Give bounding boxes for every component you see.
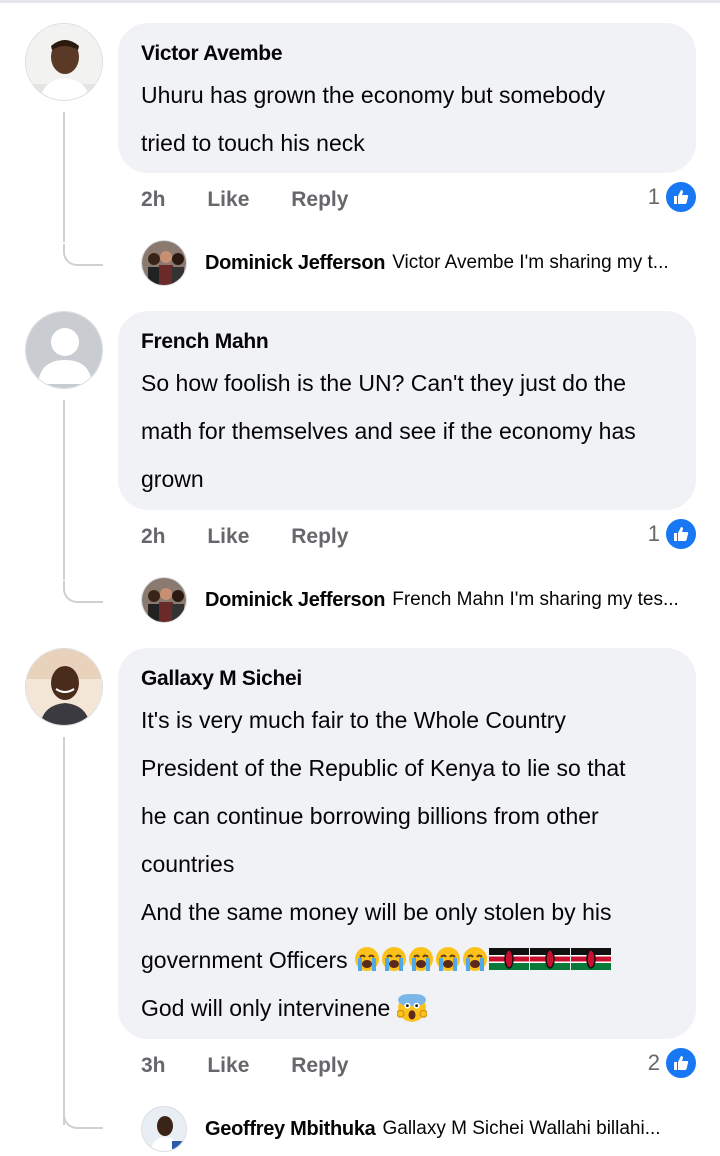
kenya-flag-emoji — [530, 948, 571, 970]
thumbs-up-icon — [664, 1046, 698, 1080]
reply-button[interactable]: Reply — [291, 188, 348, 212]
like-button[interactable]: Like — [207, 1054, 249, 1078]
avatar-french-mahn[interactable] — [25, 311, 103, 389]
reaction-summary[interactable]: 1 — [648, 180, 698, 214]
comment-bubble: French Mahn So how foolish is the UN? Ca… — [118, 311, 696, 510]
comment-time[interactable]: 2h — [141, 188, 166, 212]
comment-text: God will only intervinene — [141, 995, 391, 1021]
loudly-crying-face-emoji — [355, 947, 380, 971]
comment-text-line: grown — [141, 466, 204, 492]
thread-connector — [63, 581, 103, 603]
reply-author[interactable]: Dominick Jefferson — [205, 589, 386, 612]
reply-author[interactable]: Dominick Jefferson — [205, 252, 386, 275]
avatar-dominick-jefferson[interactable] — [141, 577, 187, 623]
thread-connector — [63, 1107, 103, 1129]
comment-text-line: And the same money will be only stolen b… — [141, 899, 612, 925]
reaction-count: 1 — [647, 521, 660, 546]
comment-text-line: So how foolish is the UN? Can't they jus… — [141, 370, 627, 396]
comment-body: It's is very much fair to the Whole Coun… — [141, 696, 672, 1032]
thread-connector — [63, 244, 103, 266]
comment-text-line: math for themselves and see if the econo… — [141, 418, 636, 444]
reply-text: French Mahn I'm sharing my tes... — [392, 589, 679, 610]
reply-button[interactable]: Reply — [291, 1054, 348, 1078]
comment-text-line: Uhuru has grown the economy but somebody — [141, 82, 606, 108]
comment-actions: 2h Like Reply — [141, 188, 384, 212]
like-button[interactable]: Like — [207, 188, 249, 212]
reaction-summary[interactable]: 1 — [648, 517, 698, 551]
reply-text: Victor Avembe I'm sharing my t... — [392, 252, 669, 273]
comment-text-line: President of the Republic of Kenya to li… — [141, 755, 626, 781]
comment-time[interactable]: 3h — [141, 1054, 166, 1078]
comment-bubble: Gallaxy M Sichei It's is very much fair … — [118, 648, 696, 1039]
reply-author[interactable]: Geoffrey Mbithuka — [205, 1118, 376, 1141]
thumbs-up-icon — [664, 180, 698, 214]
comment-text-line-with-emoji: God will only intervinene — [141, 984, 672, 1032]
comment-text-line: It's is very much fair to the Whole Coun… — [141, 707, 566, 733]
loudly-crying-face-emoji — [463, 947, 488, 971]
face-screaming-in-fear-emoji — [396, 994, 427, 1022]
comment-author[interactable]: Victor Avembe — [141, 41, 672, 67]
reply-text: Gallaxy M Sichei Wallahi billahi... — [382, 1118, 661, 1139]
comment-bubble: Victor Avembe Uhuru has grown the econom… — [118, 23, 696, 173]
avatar-geoffrey-mbithuka[interactable] — [141, 1106, 187, 1152]
comment-text-line: he can continue borrowing billions from … — [141, 803, 599, 829]
loudly-crying-face-emoji — [436, 947, 461, 971]
avatar-dominick-jefferson[interactable] — [141, 240, 187, 286]
comment-author[interactable]: Gallaxy M Sichei — [141, 666, 672, 692]
reply-preview[interactable]: Dominick Jefferson Victor Avembe I'm sha… — [141, 240, 669, 286]
kenya-flag-emoji — [571, 948, 612, 970]
top-divider — [0, 0, 720, 3]
reaction-count: 2 — [647, 1050, 660, 1075]
reply-preview[interactable]: Dominick Jefferson French Mahn I'm shari… — [141, 577, 679, 623]
comment-text: government Officers — [141, 947, 348, 973]
reply-button[interactable]: Reply — [291, 525, 348, 549]
loudly-crying-face-emoji — [409, 947, 434, 971]
emoji-group — [354, 947, 612, 973]
kenya-flag-emoji — [489, 948, 530, 970]
reply-preview[interactable]: Geoffrey Mbithuka Gallaxy M Sichei Walla… — [141, 1106, 661, 1152]
comment-actions: 3h Like Reply — [141, 1054, 384, 1078]
comment-body: Uhuru has grown the economy but somebody… — [141, 71, 672, 167]
comment-time[interactable]: 2h — [141, 525, 166, 549]
avatar-victor-avembe[interactable] — [25, 23, 103, 101]
thumbs-up-icon — [664, 517, 698, 551]
like-button[interactable]: Like — [207, 525, 249, 549]
avatar-gallaxy-m-sichei[interactable] — [25, 648, 103, 726]
reaction-count: 1 — [647, 184, 660, 209]
thread-line — [63, 112, 65, 242]
loudly-crying-face-emoji — [382, 947, 407, 971]
reaction-summary[interactable]: 2 — [648, 1046, 698, 1080]
comment-body: So how foolish is the UN? Can't they jus… — [141, 359, 672, 503]
comment-author[interactable]: French Mahn — [141, 329, 672, 355]
thread-line — [63, 400, 65, 580]
comment-text-line-with-emoji: government Officers — [141, 936, 672, 984]
comment-text-line: countries — [141, 851, 235, 877]
comment-actions: 2h Like Reply — [141, 525, 384, 549]
thread-line — [63, 737, 65, 1125]
comment-text-line: tried to touch his neck — [141, 130, 365, 156]
